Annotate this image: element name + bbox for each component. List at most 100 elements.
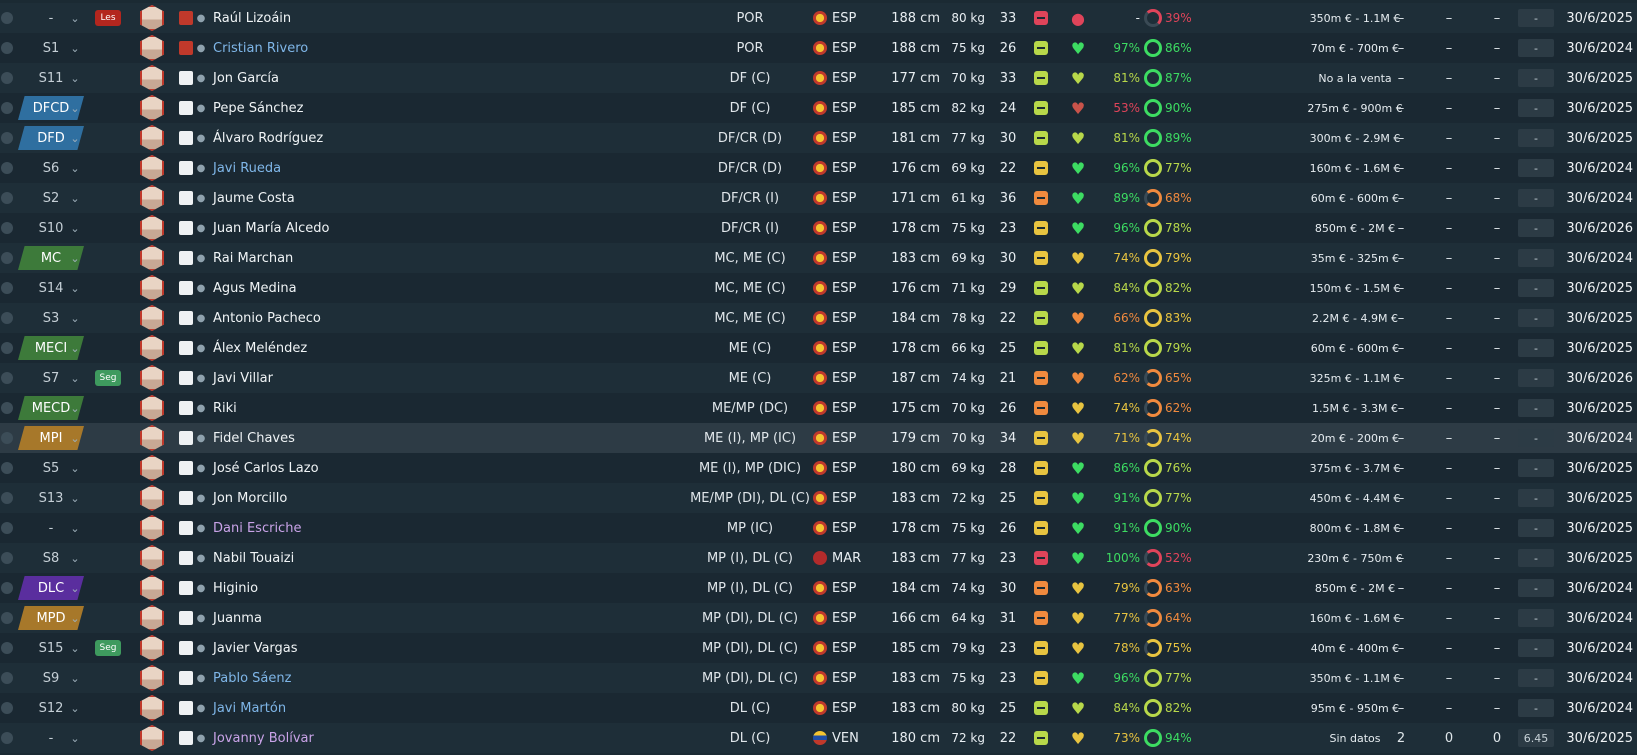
player-avatar[interactable] <box>138 393 166 423</box>
player-avatar[interactable] <box>138 573 166 603</box>
chevron-down-icon[interactable]: ⌄ <box>66 423 84 453</box>
table-row[interactable]: S11 ⌄ ● Jon García DF (C) ESP 177 cm 70 kg 33 ♥ 81… <box>0 63 1637 93</box>
chevron-down-icon[interactable]: ⌄ <box>66 123 84 153</box>
table-row[interactable]: S2 ⌄ ● Jaume Costa DF/CR (I) ESP 171 cm 61 kg 36… <box>0 183 1637 213</box>
player-name-link[interactable]: Jovanny Bolívar <box>213 723 613 753</box>
player-avatar[interactable] <box>138 483 166 513</box>
chevron-down-icon[interactable]: ⌄ <box>66 543 84 573</box>
player-avatar[interactable] <box>138 453 166 483</box>
chevron-down-icon[interactable]: ⌄ <box>66 453 84 483</box>
row-select-checkbox[interactable] <box>0 453 14 483</box>
player-name-link[interactable]: Pablo Sáenz <box>213 663 613 693</box>
player-avatar[interactable] <box>138 693 166 723</box>
chevron-down-icon[interactable]: ⌄ <box>66 573 84 603</box>
player-name-link[interactable]: Jon Morcillo <box>213 483 613 513</box>
row-select-checkbox[interactable] <box>0 393 14 423</box>
player-avatar[interactable] <box>138 243 166 273</box>
player-avatar[interactable] <box>138 513 166 543</box>
row-select-checkbox[interactable] <box>0 93 14 123</box>
table-row[interactable]: S6 ⌄ ● Javi Rueda DF/CR (D) ESP 176 cm 69 kg 22 ♥… <box>0 153 1637 183</box>
chevron-down-icon[interactable]: ⌄ <box>66 93 84 123</box>
player-name-link[interactable]: Pepe Sánchez <box>213 93 613 123</box>
row-select-checkbox[interactable] <box>0 183 14 213</box>
row-select-checkbox[interactable] <box>0 303 14 333</box>
table-row[interactable]: S14 ⌄ ● Agus Medina MC, ME (C) ESP 176 cm 71 kg… <box>0 273 1637 303</box>
row-select-checkbox[interactable] <box>0 153 14 183</box>
player-name-link[interactable]: Juan María Alcedo <box>213 213 613 243</box>
table-row[interactable]: S1 ⌄ ● Cristian Rivero POR ESP 188 cm 75 kg 26 ♥ 9… <box>0 33 1637 63</box>
table-row[interactable]: S3 ⌄ ● Antonio Pacheco MC, ME (C) ESP 184 cm 78… <box>0 303 1637 333</box>
row-select-checkbox[interactable] <box>0 243 14 273</box>
player-avatar[interactable] <box>138 123 166 153</box>
chevron-down-icon[interactable]: ⌄ <box>66 183 84 213</box>
chevron-down-icon[interactable]: ⌄ <box>66 333 84 363</box>
table-row[interactable]: MECI ⌄ ● Álex Meléndez ME (C) ESP 178 cm 66 kg 2… <box>0 333 1637 363</box>
chevron-down-icon[interactable]: ⌄ <box>66 393 84 423</box>
player-name-link[interactable]: Jaume Costa <box>213 183 613 213</box>
row-select-checkbox[interactable] <box>0 513 14 543</box>
table-row[interactable]: - ⌄ ● Jovanny Bolívar DL (C) VEN 180 cm 72 kg 22… <box>0 723 1637 753</box>
table-row[interactable]: DFCD ⌄ ● Pepe Sánchez DF (C) ESP 185 cm 82 kg 24… <box>0 93 1637 123</box>
player-name-link[interactable]: Nabil Touaizi <box>213 543 613 573</box>
chevron-down-icon[interactable]: ⌄ <box>66 363 84 393</box>
table-row[interactable]: DLC ⌄ ● Higinio MP (I), DL (C) ESP 184 cm 74 kg… <box>0 573 1637 603</box>
chevron-down-icon[interactable]: ⌄ <box>66 663 84 693</box>
table-row[interactable]: S12 ⌄ ● Javi Martón DL (C) ESP 183 cm 80 kg 25 ♥ 8… <box>0 693 1637 723</box>
player-name-link[interactable]: José Carlos Lazo <box>213 453 613 483</box>
player-name-link[interactable]: Cristian Rivero <box>213 33 613 63</box>
row-select-checkbox[interactable] <box>0 213 14 243</box>
chevron-down-icon[interactable]: ⌄ <box>66 213 84 243</box>
player-avatar[interactable] <box>138 423 166 453</box>
row-select-checkbox[interactable] <box>0 693 14 723</box>
table-row[interactable]: S5 ⌄ ● José Carlos Lazo ME (I), MP (DIC) ESP 1… <box>0 453 1637 483</box>
row-select-checkbox[interactable] <box>0 123 14 153</box>
row-select-checkbox[interactable] <box>0 423 14 453</box>
player-avatar[interactable] <box>138 303 166 333</box>
player-name-link[interactable]: Dani Escriche <box>213 513 613 543</box>
player-name-link[interactable]: Jon García <box>213 63 613 93</box>
table-row[interactable]: S8 ⌄ ● Nabil Touaizi MP (I), DL (C) MAR 183 cm… <box>0 543 1637 573</box>
chevron-down-icon[interactable]: ⌄ <box>66 63 84 93</box>
row-select-checkbox[interactable] <box>0 33 14 63</box>
row-select-checkbox[interactable] <box>0 63 14 93</box>
table-row[interactable]: S15 ⌄ Seg ● Javier Vargas MP (DI), DL (C) ESP 1… <box>0 633 1637 663</box>
chevron-down-icon[interactable]: ⌄ <box>66 723 84 753</box>
row-select-checkbox[interactable] <box>0 633 14 663</box>
player-avatar[interactable] <box>138 603 166 633</box>
player-avatar[interactable] <box>138 93 166 123</box>
chevron-down-icon[interactable]: ⌄ <box>66 273 84 303</box>
table-row[interactable]: - ⌄ Les ● Raúl Lizoáin POR ESP 188 cm 80 kg 33 ● -3… <box>0 3 1637 33</box>
row-select-checkbox[interactable] <box>0 273 14 303</box>
player-name-link[interactable]: Riki <box>213 393 613 423</box>
player-avatar[interactable] <box>138 3 166 33</box>
player-name-link[interactable]: Javi Rueda <box>213 153 613 183</box>
player-avatar[interactable] <box>138 33 166 63</box>
player-avatar[interactable] <box>138 153 166 183</box>
player-avatar[interactable] <box>138 63 166 93</box>
table-row[interactable]: DFD ⌄ ● Álvaro Rodríguez DF/CR (D) ESP 181 cm 7… <box>0 123 1637 153</box>
player-avatar[interactable] <box>138 183 166 213</box>
player-name-link[interactable]: Higinio <box>213 573 613 603</box>
chevron-down-icon[interactable]: ⌄ <box>66 603 84 633</box>
chevron-down-icon[interactable]: ⌄ <box>66 243 84 273</box>
player-name-link[interactable]: Antonio Pacheco <box>213 303 613 333</box>
player-avatar[interactable] <box>138 273 166 303</box>
table-row[interactable]: S9 ⌄ ● Pablo Sáenz MP (DI), DL (C) ESP 183 cm 7… <box>0 663 1637 693</box>
player-name-link[interactable]: Álvaro Rodríguez <box>213 123 613 153</box>
table-row[interactable]: MECD ⌄ ● Riki ME/MP (DC) ESP 175 cm 70 kg 26 ♥ 74%… <box>0 393 1637 423</box>
player-avatar[interactable] <box>138 333 166 363</box>
player-name-link[interactable]: Javi Martón <box>213 693 613 723</box>
player-name-link[interactable]: Javier Vargas <box>213 633 613 663</box>
player-name-link[interactable]: Javi Villar <box>213 363 613 393</box>
table-row[interactable]: MC ⌄ ● Rai Marchan MC, ME (C) ESP 183 cm 69 kg 3… <box>0 243 1637 273</box>
chevron-down-icon[interactable]: ⌄ <box>66 153 84 183</box>
row-select-checkbox[interactable] <box>0 573 14 603</box>
chevron-down-icon[interactable]: ⌄ <box>66 633 84 663</box>
player-avatar[interactable] <box>138 543 166 573</box>
chevron-down-icon[interactable]: ⌄ <box>66 33 84 63</box>
table-row[interactable]: MPI ⌄ ● Fidel Chaves ME (I), MP (IC) ESP 179 c… <box>0 423 1637 453</box>
table-row[interactable]: S7 ⌄ Seg ● Javi Villar ME (C) ESP 187 cm 74 kg 21… <box>0 363 1637 393</box>
chevron-down-icon[interactable]: ⌄ <box>66 3 84 33</box>
row-select-checkbox[interactable] <box>0 663 14 693</box>
player-name-link[interactable]: Fidel Chaves <box>213 423 613 453</box>
